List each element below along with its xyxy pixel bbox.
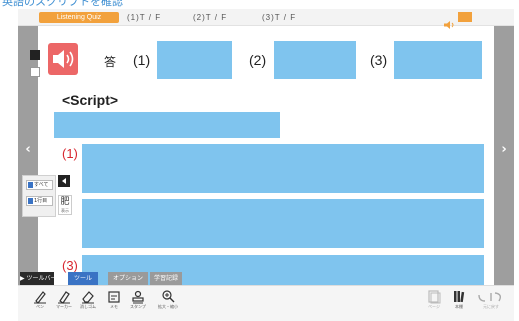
eraser-icon <box>82 291 94 304</box>
toolbar-tab-strip: ▶ ツールバー ツール オプション 学習記録 <box>20 272 494 285</box>
marker-icon <box>58 291 70 304</box>
script-heading: <Script> <box>62 92 119 108</box>
undo-icon <box>478 292 502 302</box>
script-paragraph-1[interactable] <box>82 144 484 193</box>
furigana-toggle-button[interactable]: 肥表示 <box>58 195 72 215</box>
quiz-item-1[interactable]: (1)T / F <box>127 12 161 23</box>
zoom-tool-button[interactable]: 拡大・縮小 <box>158 289 178 315</box>
note-tool-label: メモ <box>110 304 118 309</box>
tab-options[interactable]: オプション <box>108 272 148 285</box>
quiz-item-3[interactable]: (3)T / F <box>262 12 296 23</box>
top-caption: 英語のスクリプトを確認 <box>0 0 519 9</box>
marker-tool-label: マーカー <box>56 304 72 309</box>
undo-button-label: 元に戻す <box>483 304 499 309</box>
collapse-panel-button[interactable] <box>58 175 70 187</box>
pen-swatches <box>30 50 42 84</box>
caption-text: 英語のスクリプトを確認 <box>2 0 123 8</box>
script-paragraph-2[interactable] <box>82 199 484 248</box>
stamp-tool-label: スタンプ <box>130 304 146 309</box>
note-icon <box>108 291 120 303</box>
pen-icon <box>34 291 46 304</box>
filter-option-all[interactable]: すべて <box>26 180 53 190</box>
eraser-tool-label: 消しゴム <box>80 304 96 309</box>
answer-box-2[interactable] <box>274 41 356 79</box>
chevron-right-icon: › <box>501 142 507 157</box>
answer-box-1[interactable] <box>157 41 232 79</box>
answer-number-3: (3) <box>370 52 388 68</box>
audio-speaker-icon[interactable] <box>444 14 456 33</box>
pages-button-label: ページ <box>428 304 440 309</box>
tab-toolbar[interactable]: ▶ ツールバー <box>20 272 57 285</box>
answer-number-1: (1) <box>133 52 151 68</box>
triangle-left-icon <box>62 178 66 184</box>
tab-tools[interactable]: ツール <box>68 272 98 285</box>
filter-option-line1[interactable]: 1行目 <box>26 196 53 206</box>
marker-tool-button[interactable]: マーカー <box>54 289 74 315</box>
stamp-tool-button[interactable]: スタンプ <box>128 289 148 315</box>
pen-black-swatch[interactable] <box>30 50 40 60</box>
answer-label: 答 <box>104 55 117 69</box>
bookshelf-button[interactable]: 本棚 <box>449 289 469 315</box>
zoom-tool-label: 拡大・縮小 <box>158 304 178 309</box>
paragraph-number-3: (3) <box>62 258 78 273</box>
audio-level-box[interactable] <box>458 12 472 22</box>
pen-tool-button[interactable]: ペン <box>30 289 50 315</box>
listening-quiz-chip[interactable]: Listening Quiz <box>39 12 119 23</box>
furigana-glyph: 肥 <box>60 197 70 207</box>
note-tool-button[interactable]: メモ <box>104 289 124 315</box>
zoom-in-icon <box>162 290 175 303</box>
next-page-button[interactable]: › <box>494 26 514 290</box>
stamp-icon <box>132 290 144 304</box>
answer-number-2: (2) <box>249 52 267 68</box>
chevron-left-icon: ‹ <box>25 142 31 157</box>
bookshelf-icon <box>454 291 465 303</box>
tab-learning-record[interactable]: 学習記録 <box>150 272 182 285</box>
pages-icon <box>428 290 441 304</box>
speaker-icon <box>53 50 74 68</box>
pages-button[interactable]: ページ <box>424 289 444 315</box>
undo-button[interactable]: 元に戻す <box>476 289 506 315</box>
quiz-item-2[interactable]: (2)T / F <box>193 12 227 23</box>
pen-white-swatch[interactable] <box>30 67 40 77</box>
answer-box-3[interactable] <box>394 41 482 79</box>
paragraph-number-1: (1) <box>62 146 78 161</box>
pen-tool-label: ペン <box>36 304 44 309</box>
display-filter-panel: すべて 1行目 <box>22 175 56 217</box>
script-title-box[interactable] <box>54 112 280 138</box>
eraser-tool-button[interactable]: 消しゴム <box>78 289 98 315</box>
bookshelf-button-label: 本棚 <box>455 304 463 309</box>
furigana-sub-label: 表示 <box>61 208 69 213</box>
play-audio-button[interactable] <box>48 43 78 75</box>
